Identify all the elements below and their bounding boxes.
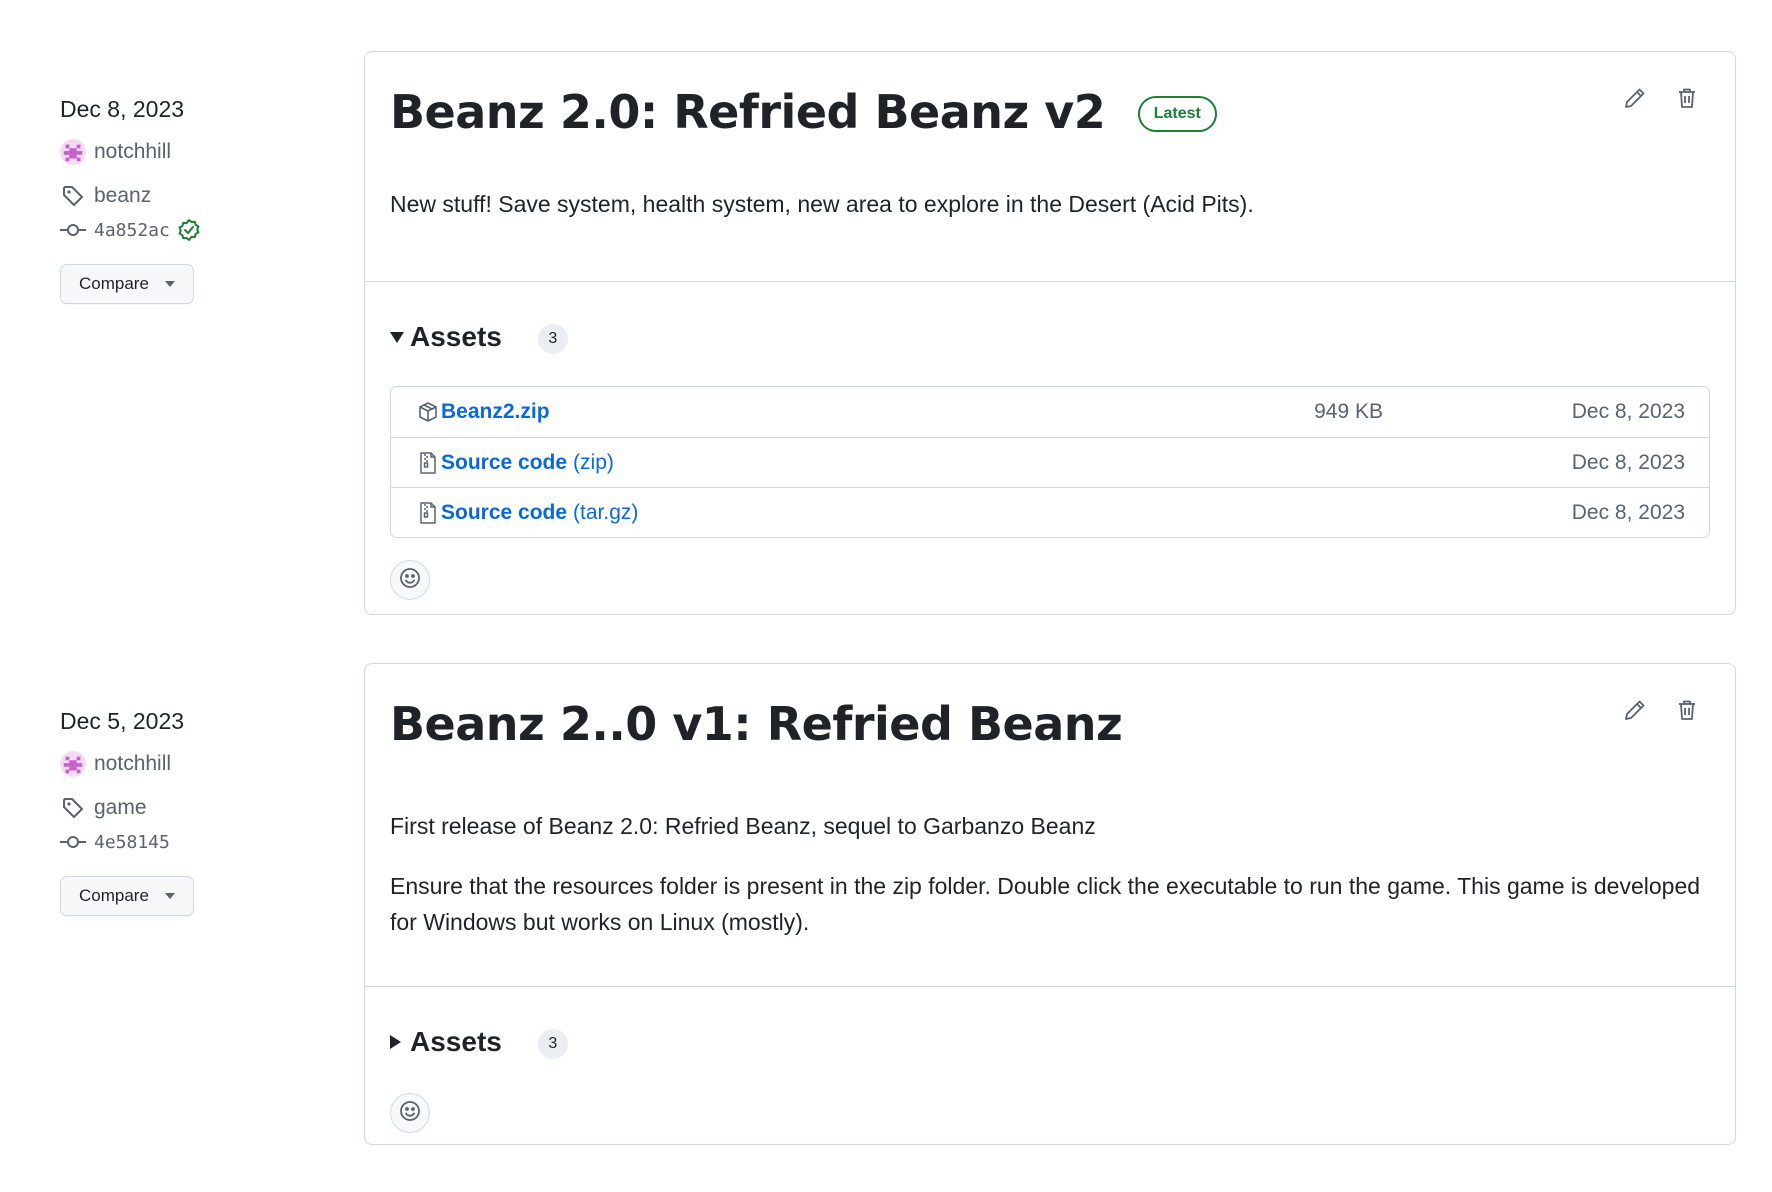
asset-format[interactable]: (tar.gz): [573, 501, 638, 525]
tag-name[interactable]: beanz: [94, 184, 151, 208]
verified-check-icon[interactable]: [176, 217, 202, 243]
release-card: Beanz 2..0 v1: Refried Beanz First relea…: [364, 663, 1736, 1145]
asset-row[interactable]: Source code (zip) Dec 8, 2023: [391, 437, 1709, 487]
commit-sha[interactable]: 4a852ac: [94, 220, 170, 241]
assets-count-badge: 3: [537, 324, 568, 354]
add-reaction-button[interactable]: [390, 560, 430, 600]
release-actions: [1621, 84, 1701, 112]
tag-name[interactable]: game: [94, 796, 147, 820]
asset-size: 949 KB: [1314, 400, 1383, 423]
release-tag[interactable]: game: [60, 794, 300, 822]
tag-icon: [60, 795, 86, 821]
assets-title: Assets: [410, 321, 502, 352]
assets-section: Assets 3 Beanz2.zip 949 KB Dec 8, 2023 S…: [365, 281, 1735, 600]
asset-row[interactable]: Source code (tar.gz) Dec 8, 2023: [391, 487, 1709, 537]
commit-icon: [60, 829, 86, 855]
release-meta: Dec 5, 2023 notchhill game 4e58145 Compa…: [60, 706, 300, 916]
release-tag[interactable]: beanz: [60, 182, 300, 210]
trash-icon[interactable]: [1673, 84, 1701, 112]
package-icon: [417, 400, 439, 424]
release-header: Beanz 2..0 v1: Refried Beanz: [365, 664, 1735, 754]
asset-list: Beanz2.zip 949 KB Dec 8, 2023 Source cod…: [390, 386, 1710, 538]
assets-toggle[interactable]: Assets 3: [390, 312, 1710, 362]
release-notes-paragraph: New stuff! Save system, health system, n…: [390, 191, 1254, 217]
release-card: Beanz 2.0: Refried Beanz v2 Latest New s…: [364, 51, 1736, 615]
release-commit[interactable]: 4a852ac: [60, 216, 300, 244]
asset-date: Dec 8, 2023: [1571, 450, 1685, 474]
author-name[interactable]: notchhill: [94, 752, 171, 776]
asset-row[interactable]: Beanz2.zip 949 KB Dec 8, 2023: [391, 387, 1709, 437]
asset-date: Dec 8, 2023: [1571, 400, 1685, 423]
asset-name-link[interactable]: Source code: [441, 451, 567, 475]
asset-name-link[interactable]: Beanz2.zip: [441, 400, 550, 424]
commit-sha[interactable]: 4e58145: [94, 832, 170, 853]
edit-pencil-icon[interactable]: [1621, 696, 1649, 724]
trash-icon[interactable]: [1673, 696, 1701, 724]
commit-icon: [60, 217, 86, 243]
file-zip-icon: [417, 501, 439, 525]
file-zip-icon: [417, 451, 439, 475]
release-notes-paragraph: Ensure that the resources folder is pres…: [390, 873, 1701, 935]
tag-icon: [60, 183, 86, 209]
release-author[interactable]: notchhill: [60, 750, 300, 778]
asset-format[interactable]: (zip): [573, 451, 614, 475]
asset-name-link[interactable]: Source code: [441, 501, 567, 525]
release-date: Dec 8, 2023: [60, 96, 185, 122]
smiley-icon: [398, 566, 422, 595]
latest-badge: Latest: [1137, 96, 1217, 132]
compare-label: Compare: [79, 886, 149, 905]
caret-down-icon: [164, 893, 175, 899]
release-notes: First release of Beanz 2.0: Refried Bean…: [365, 808, 1735, 940]
release-title[interactable]: Beanz 2.0: Refried Beanz v2: [390, 82, 1106, 142]
avatar[interactable]: [60, 751, 86, 777]
smiley-icon: [398, 1099, 422, 1128]
release-notes-paragraph: First release of Beanz 2.0: Refried Bean…: [390, 813, 1096, 839]
caret-down-icon: [164, 281, 175, 287]
release-author[interactable]: notchhill: [60, 138, 300, 166]
triangle-right-icon: [390, 1035, 401, 1049]
compare-label: Compare: [79, 274, 149, 293]
release-actions: [1621, 696, 1701, 724]
release-header: Beanz 2.0: Refried Beanz v2 Latest: [365, 52, 1735, 142]
assets-count-badge: 3: [537, 1029, 568, 1059]
assets-toggle[interactable]: Assets 3: [390, 1017, 1710, 1067]
avatar[interactable]: [60, 139, 86, 165]
release-meta: Dec 8, 2023 notchhill beanz 4a852ac Comp…: [60, 94, 300, 304]
triangle-down-icon: [390, 331, 404, 343]
assets-title: Assets: [410, 1026, 502, 1057]
release-commit[interactable]: 4e58145: [60, 828, 300, 856]
asset-date: Dec 8, 2023: [1571, 500, 1685, 524]
compare-button[interactable]: Compare: [60, 264, 194, 304]
compare-button[interactable]: Compare: [60, 876, 194, 916]
release-notes: New stuff! Save system, health system, n…: [365, 186, 1735, 222]
assets-section: Assets 3: [365, 986, 1735, 1133]
release-date: Dec 5, 2023: [60, 708, 185, 734]
edit-pencil-icon[interactable]: [1621, 84, 1649, 112]
add-reaction-button[interactable]: [390, 1093, 430, 1133]
release-title[interactable]: Beanz 2..0 v1: Refried Beanz: [390, 694, 1123, 754]
author-name[interactable]: notchhill: [94, 140, 171, 164]
